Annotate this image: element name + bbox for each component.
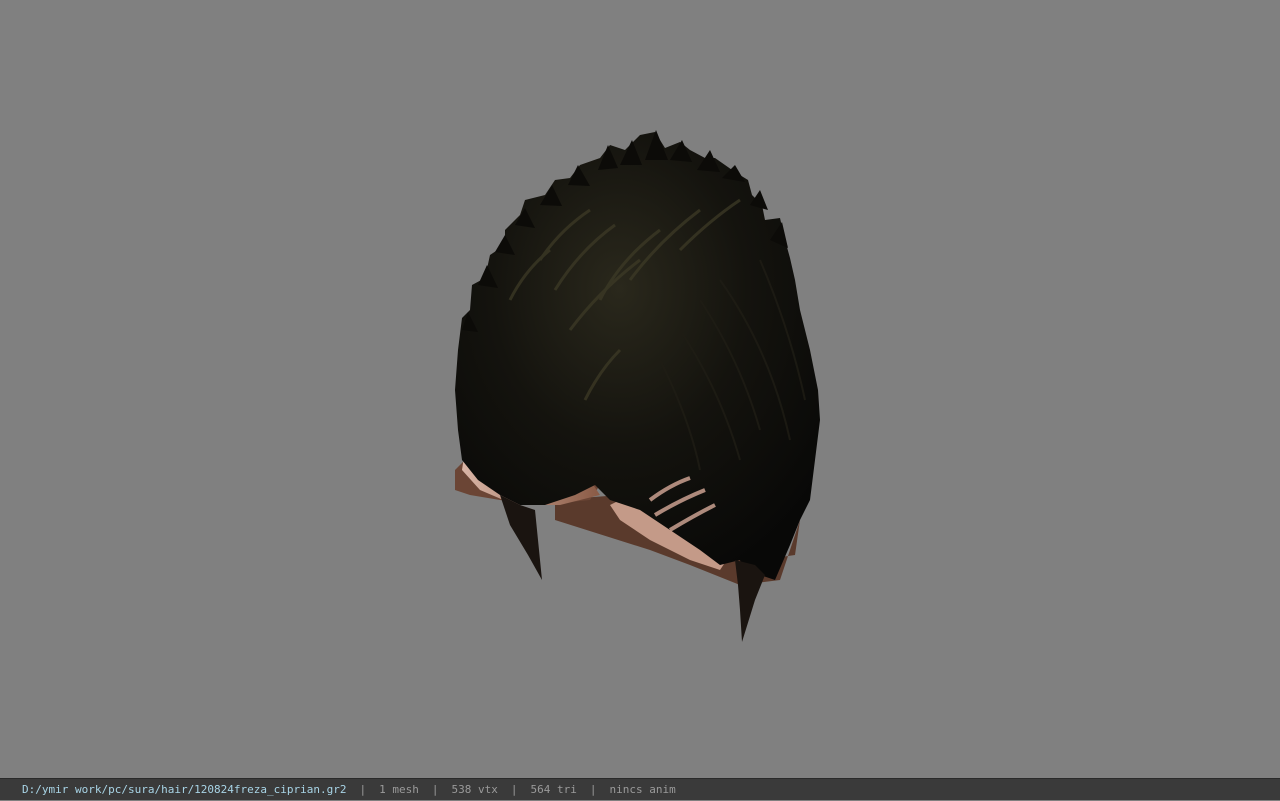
status-bar: D:/ymir work/pc/sura/hair/120824freza_ci… xyxy=(0,778,1280,800)
triangle-count: 564 tri xyxy=(530,782,577,796)
3d-viewport[interactable] xyxy=(0,0,1280,778)
separator: | xyxy=(431,782,439,796)
mesh-count: 1 mesh xyxy=(379,782,419,796)
vertex-count: 538 vtx xyxy=(451,782,498,796)
separator: | xyxy=(510,782,518,796)
separator: | xyxy=(359,782,367,796)
anim-status: nincs anim xyxy=(609,782,676,796)
hair-strand-left xyxy=(500,495,542,580)
hair-model[interactable] xyxy=(0,0,1280,778)
hair-strand-right xyxy=(735,560,765,642)
file-path: D:/ymir work/pc/sura/hair/120824freza_ci… xyxy=(22,782,347,796)
separator: | xyxy=(589,782,597,796)
